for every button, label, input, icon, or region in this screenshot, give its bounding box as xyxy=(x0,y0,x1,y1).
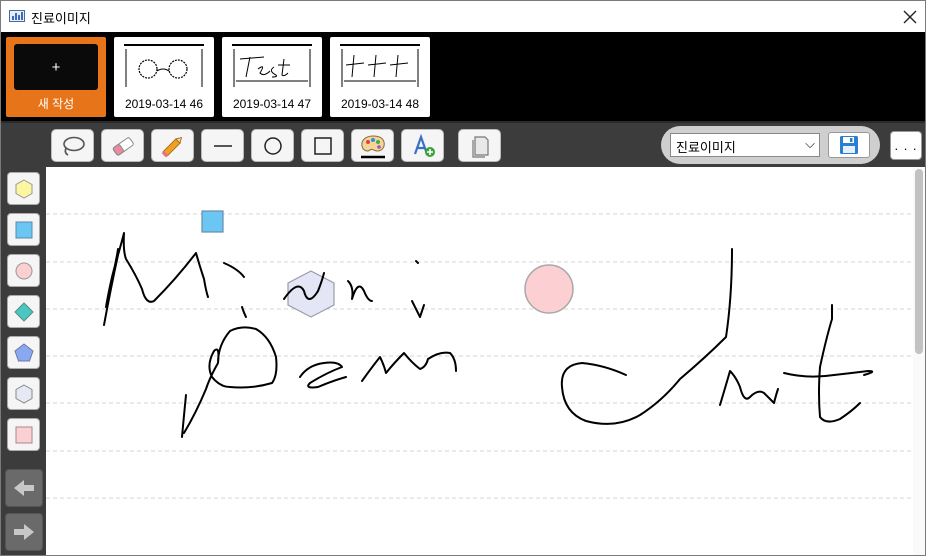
shape-diamond-teal-button[interactable] xyxy=(7,295,40,328)
floppy-disk-icon xyxy=(840,136,858,154)
canvas-square-shape xyxy=(201,210,224,233)
canvas-drawing xyxy=(46,210,913,499)
new-document-label: 새 작성 xyxy=(37,97,75,111)
eraser-tool-button[interactable] xyxy=(101,129,144,162)
next-button[interactable] xyxy=(5,513,43,551)
palette-icon xyxy=(360,134,385,158)
hexagon-icon xyxy=(15,178,32,199)
plus-icon: + xyxy=(14,44,98,90)
app-icon xyxy=(9,10,25,22)
drawing-canvas[interactable] xyxy=(46,167,925,555)
shape-hexagon-yellow-button[interactable] xyxy=(7,172,40,205)
shape-hexagon-gray-button[interactable] xyxy=(7,377,40,410)
line-icon xyxy=(213,144,232,147)
thumbnail-strip: + 새 작성 2019-03-14 46 2019-03-14 47 2019-… xyxy=(1,32,925,121)
circle-icon xyxy=(263,136,282,155)
canvas-hexagon-shape xyxy=(287,270,335,318)
text-add-icon xyxy=(413,133,435,157)
scrollbar-thumb[interactable] xyxy=(915,169,923,354)
line-tool-button[interactable] xyxy=(201,129,244,162)
shape-square-blue-button[interactable] xyxy=(7,213,40,246)
page-icon xyxy=(471,135,489,158)
rectangle-icon xyxy=(313,136,332,155)
thumbnail-preview xyxy=(232,44,312,87)
thumbnail-caption: 2019-03-14 46 xyxy=(124,97,204,111)
document-select[interactable]: 진료이미지 ⌵ xyxy=(670,133,820,157)
add-text-button[interactable] xyxy=(401,129,444,162)
save-button[interactable] xyxy=(828,132,870,158)
circle-shape-icon xyxy=(15,262,32,279)
previous-button[interactable] xyxy=(5,469,43,507)
vertical-scrollbar[interactable] xyxy=(913,167,925,555)
close-icon xyxy=(903,10,917,23)
square-pink-icon xyxy=(15,426,32,443)
rectangle-tool-button[interactable] xyxy=(301,129,344,162)
page-button[interactable] xyxy=(458,129,501,162)
canvas-circle-shape xyxy=(524,264,574,314)
shape-panel xyxy=(1,167,46,555)
diamond-icon xyxy=(13,301,34,322)
thumbnail-item[interactable]: 2019-03-14 48 xyxy=(330,37,430,117)
hexagon-outline-icon xyxy=(15,383,32,404)
thumbnail-item[interactable]: 2019-03-14 46 xyxy=(114,37,214,117)
close-button[interactable] xyxy=(895,1,925,32)
thumbnail-caption: 2019-03-14 47 xyxy=(232,97,312,111)
shape-square-pink-button[interactable] xyxy=(7,418,40,451)
thumbnail-caption: 2019-03-14 48 xyxy=(340,97,420,111)
shape-pentagon-blue-button[interactable] xyxy=(7,336,40,369)
color-palette-button[interactable] xyxy=(351,129,394,162)
thumbnail-preview xyxy=(340,44,420,87)
document-selector-group: 진료이미지 ⌵ xyxy=(661,126,880,164)
window-title: 진료이미지 xyxy=(31,11,91,26)
new-document-button[interactable]: + 새 작성 xyxy=(6,37,106,117)
square-icon xyxy=(15,221,32,238)
eraser-icon xyxy=(112,136,134,156)
lasso-icon xyxy=(62,136,85,156)
lasso-tool-button[interactable] xyxy=(51,129,94,162)
pencil-icon xyxy=(161,136,182,157)
pencil-tool-button[interactable] xyxy=(151,129,194,162)
document-select-value: 진료이미지 xyxy=(676,140,736,155)
app-window: 진료이미지 + 새 작성 2019-03-14 46 2019-03-14 47… xyxy=(0,0,926,556)
arrow-right-icon xyxy=(14,524,34,540)
pentagon-icon xyxy=(13,342,34,361)
chevron-down-icon: ⌵ xyxy=(805,136,815,151)
handwriting-strokes xyxy=(103,232,874,438)
drawing-toolbar: 진료이미지 ⌵ . . . xyxy=(1,121,925,167)
more-options-button[interactable]: . . . xyxy=(890,131,922,160)
ruled-lines xyxy=(46,213,913,499)
title-bar: 진료이미지 xyxy=(1,1,925,32)
thumbnail-item[interactable]: 2019-03-14 47 xyxy=(222,37,322,117)
shape-circle-pink-button[interactable] xyxy=(7,254,40,287)
thumbnail-preview xyxy=(124,44,204,87)
arrow-left-icon xyxy=(14,480,34,496)
circle-tool-button[interactable] xyxy=(251,129,294,162)
